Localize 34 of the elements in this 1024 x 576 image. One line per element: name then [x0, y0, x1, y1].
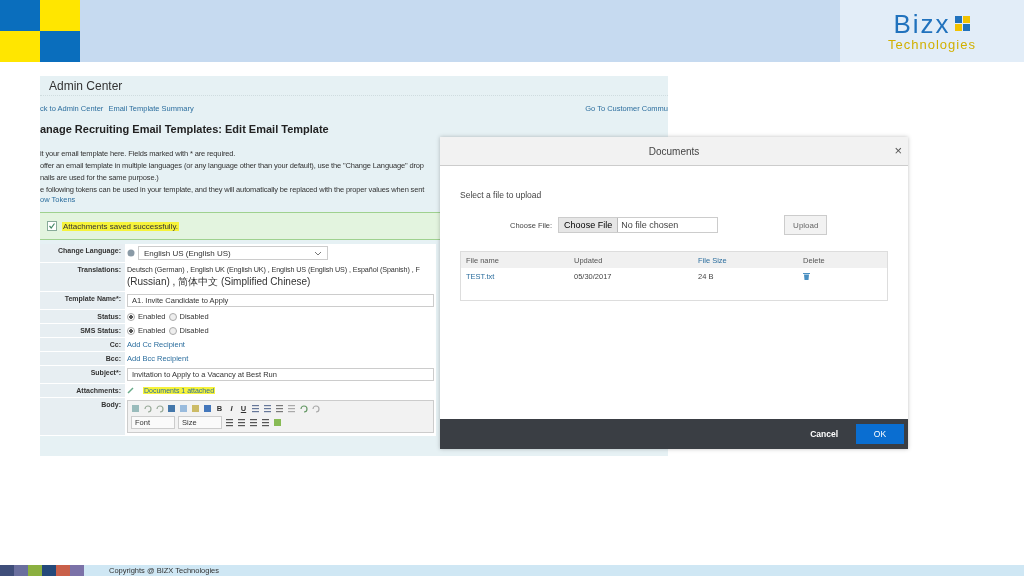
brand-subtitle: Technologies: [888, 36, 976, 52]
chevron-down-icon: [314, 250, 322, 256]
upload-instruction: Select a file to upload: [460, 190, 543, 200]
align-left-icon[interactable]: [225, 418, 234, 427]
message-text: Attachments saved successfully.: [62, 221, 179, 231]
file-input[interactable]: Choose File No file chosen: [558, 217, 719, 233]
outdent-icon[interactable]: [275, 404, 284, 413]
radio-button[interactable]: [168, 326, 177, 335]
brand-name: Bizx: [893, 10, 951, 37]
indent-icon[interactable]: [287, 404, 296, 413]
redo-icon[interactable]: [155, 404, 164, 413]
radio-button[interactable]: [127, 326, 135, 335]
radio-button[interactable]: [127, 312, 135, 321]
page-heading: anage Recruiting Email Templates: Edit Email Template: [40, 122, 330, 135]
numbered-list-icon[interactable]: [251, 404, 260, 413]
bullet-list-icon[interactable]: [263, 404, 272, 413]
logo-blocks-icon: [0, 0, 80, 62]
upload-button[interactable]: Upload: [784, 215, 828, 235]
undo-icon[interactable]: [143, 404, 152, 413]
logo-squares-icon: [954, 15, 971, 32]
radio-button[interactable]: [168, 312, 177, 321]
justify-icon[interactable]: [261, 418, 270, 427]
align-center-icon[interactable]: [237, 418, 246, 427]
close-button[interactable]: ×: [894, 144, 902, 157]
cancel-button[interactable]: Cancel: [804, 428, 844, 440]
language-select[interactable]: English US (English US): [138, 246, 328, 260]
dialog-title: Documents: [648, 145, 700, 157]
trash-icon[interactable]: [803, 272, 810, 280]
ok-button[interactable]: OK: [856, 424, 904, 444]
checkbox[interactable]: [47, 221, 57, 231]
choose-file-button[interactable]: Choose File: [559, 218, 619, 232]
app-title: Admin Center: [49, 78, 123, 93]
align-right-icon[interactable]: [249, 418, 258, 427]
translations-text: (Russian) , 简体中文 (Simplified Chinese): [127, 275, 312, 289]
